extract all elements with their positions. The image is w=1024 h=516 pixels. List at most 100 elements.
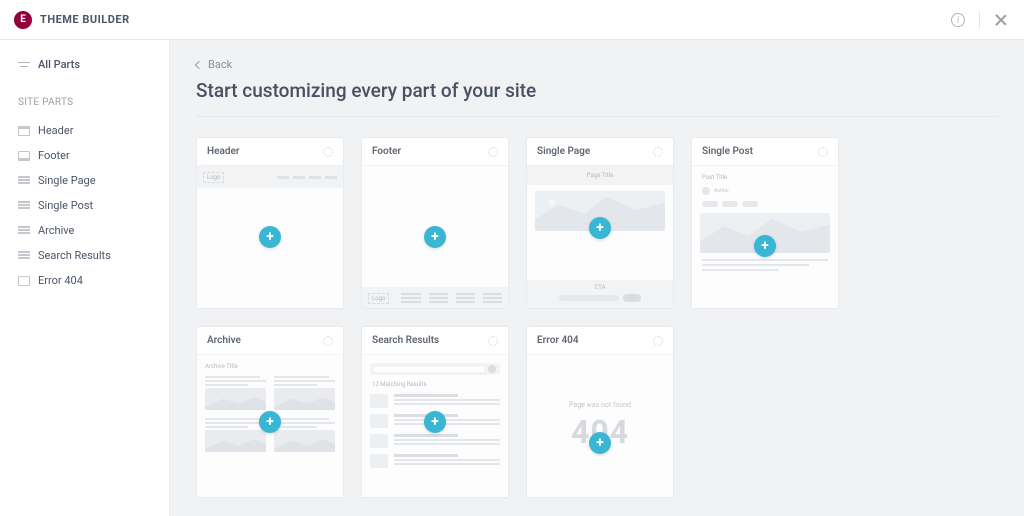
card-error-404[interactable]: Error 404 Page was not found 404 — [526, 326, 674, 498]
card-preview: Logo — [197, 166, 343, 308]
close-icon — [994, 13, 1008, 27]
gear-icon[interactable] — [818, 147, 828, 157]
card-title: Single Post — [702, 146, 753, 157]
card-archive[interactable]: Archive Archive Title — [196, 326, 344, 498]
add-button[interactable] — [589, 432, 611, 454]
header-icon — [18, 126, 30, 136]
card-preview: Page Title CTA — [527, 166, 673, 308]
wf-footer-bar: Logo — [362, 287, 508, 308]
gear-icon[interactable] — [653, 336, 663, 346]
wf-archive-title: Archive Title — [205, 363, 335, 370]
card-title: Error 404 — [537, 335, 579, 346]
card-preview: Post Title Author — [692, 166, 838, 308]
sidebar-item-label: Footer — [38, 149, 70, 162]
add-button[interactable] — [424, 226, 446, 248]
add-button[interactable] — [424, 411, 446, 433]
layout: All Parts SITE PARTS Header Footer Singl… — [0, 40, 1024, 516]
sidebar-item-error-404[interactable]: Error 404 — [0, 268, 169, 293]
footer-icon — [18, 151, 30, 161]
sidebar-item-label: Header — [38, 124, 73, 137]
wf-tags — [702, 201, 828, 207]
page-icon — [18, 176, 30, 186]
wf-post-title: Post Title — [702, 174, 828, 181]
gear-icon[interactable] — [488, 147, 498, 157]
card-title: Search Results — [372, 335, 439, 346]
cards-grid: Header Logo Footer — [196, 137, 998, 498]
post-icon — [18, 201, 30, 211]
card-single-post[interactable]: Single Post Post Title Author — [691, 137, 839, 309]
sidebar-heading: SITE PARTS — [0, 77, 169, 118]
sidebar-item-single-page[interactable]: Single Page — [0, 168, 169, 193]
error-icon — [18, 276, 30, 286]
back-link[interactable]: Back — [196, 58, 998, 71]
sidebar-all-parts[interactable]: All Parts — [0, 52, 169, 77]
card-head: Single Page — [527, 138, 673, 166]
sidebar-item-single-post[interactable]: Single Post — [0, 193, 169, 218]
sidebar-item-label: Error 404 — [38, 274, 83, 287]
close-button[interactable] — [992, 11, 1010, 29]
wf-result-item — [370, 454, 500, 468]
card-preview: Logo — [362, 166, 508, 308]
wf-author-label: Author — [714, 188, 729, 194]
chevron-left-icon — [195, 60, 203, 68]
card-search-results[interactable]: Search Results 12 Matching Results — [361, 326, 509, 498]
card-header[interactable]: Header Logo — [196, 137, 344, 309]
search-results-icon — [18, 251, 30, 261]
brand-logo-icon: E — [14, 11, 32, 29]
gear-icon[interactable] — [488, 336, 498, 346]
wf-page-title: Page Title — [527, 166, 673, 185]
wf-col — [429, 293, 448, 303]
wf-search-bar — [370, 363, 500, 375]
sidebar-item-label: Single Page — [38, 174, 96, 187]
sidebar-item-footer[interactable]: Footer — [0, 143, 169, 168]
wf-col — [456, 293, 475, 303]
sidebar-all-parts-label: All Parts — [38, 58, 80, 71]
card-title: Archive — [207, 335, 241, 346]
card-head: Archive — [197, 327, 343, 355]
wf-body-lines — [702, 259, 828, 271]
gear-icon[interactable] — [323, 147, 333, 157]
wf-grid-item — [274, 376, 335, 410]
wf-author: Author — [702, 187, 828, 195]
wf-grid-item — [274, 418, 335, 452]
wf-cta-label: CTA — [594, 284, 605, 291]
topbar-actions — [949, 11, 1010, 29]
card-title: Header — [207, 146, 239, 157]
wf-result-item — [370, 394, 500, 408]
sidebar-item-search-results[interactable]: Search Results — [0, 243, 169, 268]
info-icon — [951, 13, 965, 27]
card-head: Single Post — [692, 138, 838, 166]
info-button[interactable] — [949, 11, 967, 29]
card-single-page[interactable]: Single Page Page Title CTA — [526, 137, 674, 309]
back-label: Back — [208, 58, 232, 71]
brand: E THEME BUILDER — [14, 11, 130, 29]
filter-icon — [18, 60, 30, 70]
main: Back Start customizing every part of you… — [170, 40, 1024, 516]
brand-title: THEME BUILDER — [40, 13, 130, 26]
wf-logo: Logo — [368, 293, 389, 304]
wf-grid-item — [205, 418, 266, 452]
wf-grid-item — [205, 376, 266, 410]
sidebar-item-label: Search Results — [38, 249, 111, 262]
wf-header-bar: Logo — [197, 166, 343, 188]
wf-nav — [277, 176, 337, 179]
card-preview: Page was not found 404 — [527, 355, 673, 497]
add-button[interactable] — [259, 411, 281, 433]
gear-icon[interactable] — [323, 336, 333, 346]
add-button[interactable] — [589, 217, 611, 239]
gear-icon[interactable] — [653, 147, 663, 157]
card-title: Footer — [372, 146, 401, 157]
wf-col — [483, 293, 502, 303]
card-footer[interactable]: Footer Logo — [361, 137, 509, 309]
card-head: Search Results — [362, 327, 508, 355]
wf-logo: Logo — [203, 172, 224, 183]
add-button[interactable] — [259, 226, 281, 248]
add-button[interactable] — [754, 235, 776, 257]
sidebar-item-header[interactable]: Header — [0, 118, 169, 143]
sidebar-item-archive[interactable]: Archive — [0, 218, 169, 243]
card-preview: Archive Title — [197, 355, 343, 497]
topbar: E THEME BUILDER — [0, 0, 1024, 40]
card-head: Header — [197, 138, 343, 166]
sidebar-item-label: Archive — [38, 224, 74, 237]
card-head: Footer — [362, 138, 508, 166]
